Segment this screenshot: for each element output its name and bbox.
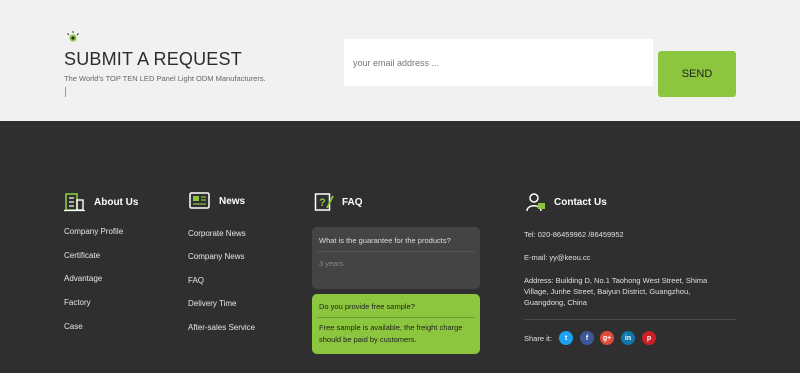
contact-person-icon [526, 193, 545, 212]
contact-divider [524, 319, 736, 320]
news-link-delivery-time[interactable]: Delivery Time [188, 299, 236, 308]
about-title: About Us [94, 196, 139, 208]
faq-question: What is the guarantee for the products? [319, 236, 451, 245]
google-plus-icon[interactable]: g+ [600, 331, 614, 345]
about-link-factory[interactable]: Factory [64, 298, 91, 307]
faq-answer: Free sample is available, the freight ch… [319, 323, 463, 344]
facebook-icon[interactable]: f [580, 331, 594, 345]
newspaper-icon [189, 192, 210, 209]
contact-heading: Contact Us [526, 192, 607, 212]
twitter-icon[interactable]: t [559, 331, 573, 345]
faq-question: Do you provide free sample? [319, 302, 415, 311]
linkedin-icon[interactable]: in [621, 331, 635, 345]
news-heading: News [189, 192, 245, 210]
lightbulb-icon [67, 31, 79, 42]
request-subtitle: The World's TOP TEN LED Panel Light ODM … [64, 74, 266, 83]
news-link-corporate-news[interactable]: Corporate News [188, 229, 246, 238]
request-band: SUBMIT A REQUEST The World's TOP TEN LED… [0, 0, 800, 121]
about-link-company-profile[interactable]: Company Profile [64, 227, 123, 236]
contact-tel: Tel: 020-86459962 /86459952 [524, 230, 624, 239]
faq-item[interactable]: What is the guarantee for the products? … [312, 227, 480, 289]
contact-title: Contact Us [554, 196, 607, 208]
share-label: Share it: [524, 334, 552, 343]
faq-item[interactable]: Do you provide free sample? Free sample … [312, 294, 480, 354]
faq-divider [317, 251, 475, 252]
news-title: News [219, 195, 246, 207]
about-link-case[interactable]: Case [64, 322, 83, 331]
contact-address: Address: Building D, No.1 Taohong West S… [524, 276, 708, 307]
faq-divider [317, 317, 475, 318]
request-title: SUBMIT A REQUEST [64, 49, 242, 69]
contact-email: E-mail: yy@keou.cc [524, 253, 591, 262]
about-link-advantage[interactable]: Advantage [64, 274, 102, 283]
pinterest-icon[interactable]: p [642, 331, 656, 345]
text-cursor [65, 87, 66, 97]
news-link-faq[interactable]: FAQ [188, 276, 204, 285]
news-link-after-sales-service[interactable]: After-sales Service [188, 323, 255, 332]
building-icon [64, 193, 85, 212]
faq-answer: 3 years [319, 259, 344, 268]
email-input[interactable] [344, 39, 653, 86]
news-link-company-news[interactable]: Company News [188, 252, 244, 261]
about-heading: About Us [64, 192, 138, 212]
faq-title: FAQ [342, 196, 363, 208]
faq-heading: ? FAQ [314, 192, 363, 212]
svg-text:?: ? [319, 197, 326, 209]
send-button[interactable]: SEND [658, 51, 736, 97]
about-link-certificate[interactable]: Certificate [64, 251, 100, 260]
question-note-icon: ? [314, 193, 334, 211]
